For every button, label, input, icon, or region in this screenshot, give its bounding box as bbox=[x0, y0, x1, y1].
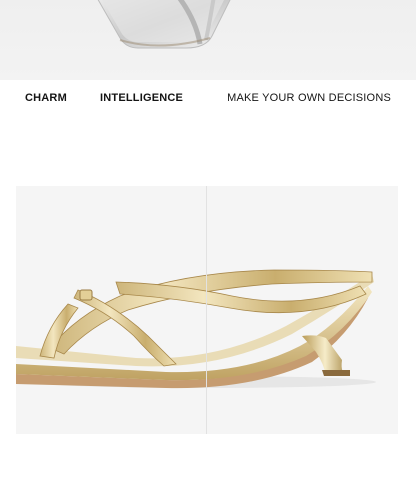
silver-sandal-image bbox=[97, 0, 231, 49]
top-product-photo bbox=[0, 0, 416, 80]
slogan: MAKE YOUR OWN DECISIONS bbox=[227, 92, 391, 104]
feature-band: CHARM INTELLIGENCE MAKE YOUR OWN DECISIO… bbox=[0, 80, 416, 118]
main-product-photo bbox=[16, 186, 398, 434]
feature-tag-intelligence: INTELLIGENCE bbox=[100, 92, 184, 104]
feature-tag-charm: CHARM bbox=[25, 92, 67, 104]
gold-heeled-sandal-image bbox=[16, 269, 376, 389]
comparison-divider bbox=[206, 186, 207, 434]
